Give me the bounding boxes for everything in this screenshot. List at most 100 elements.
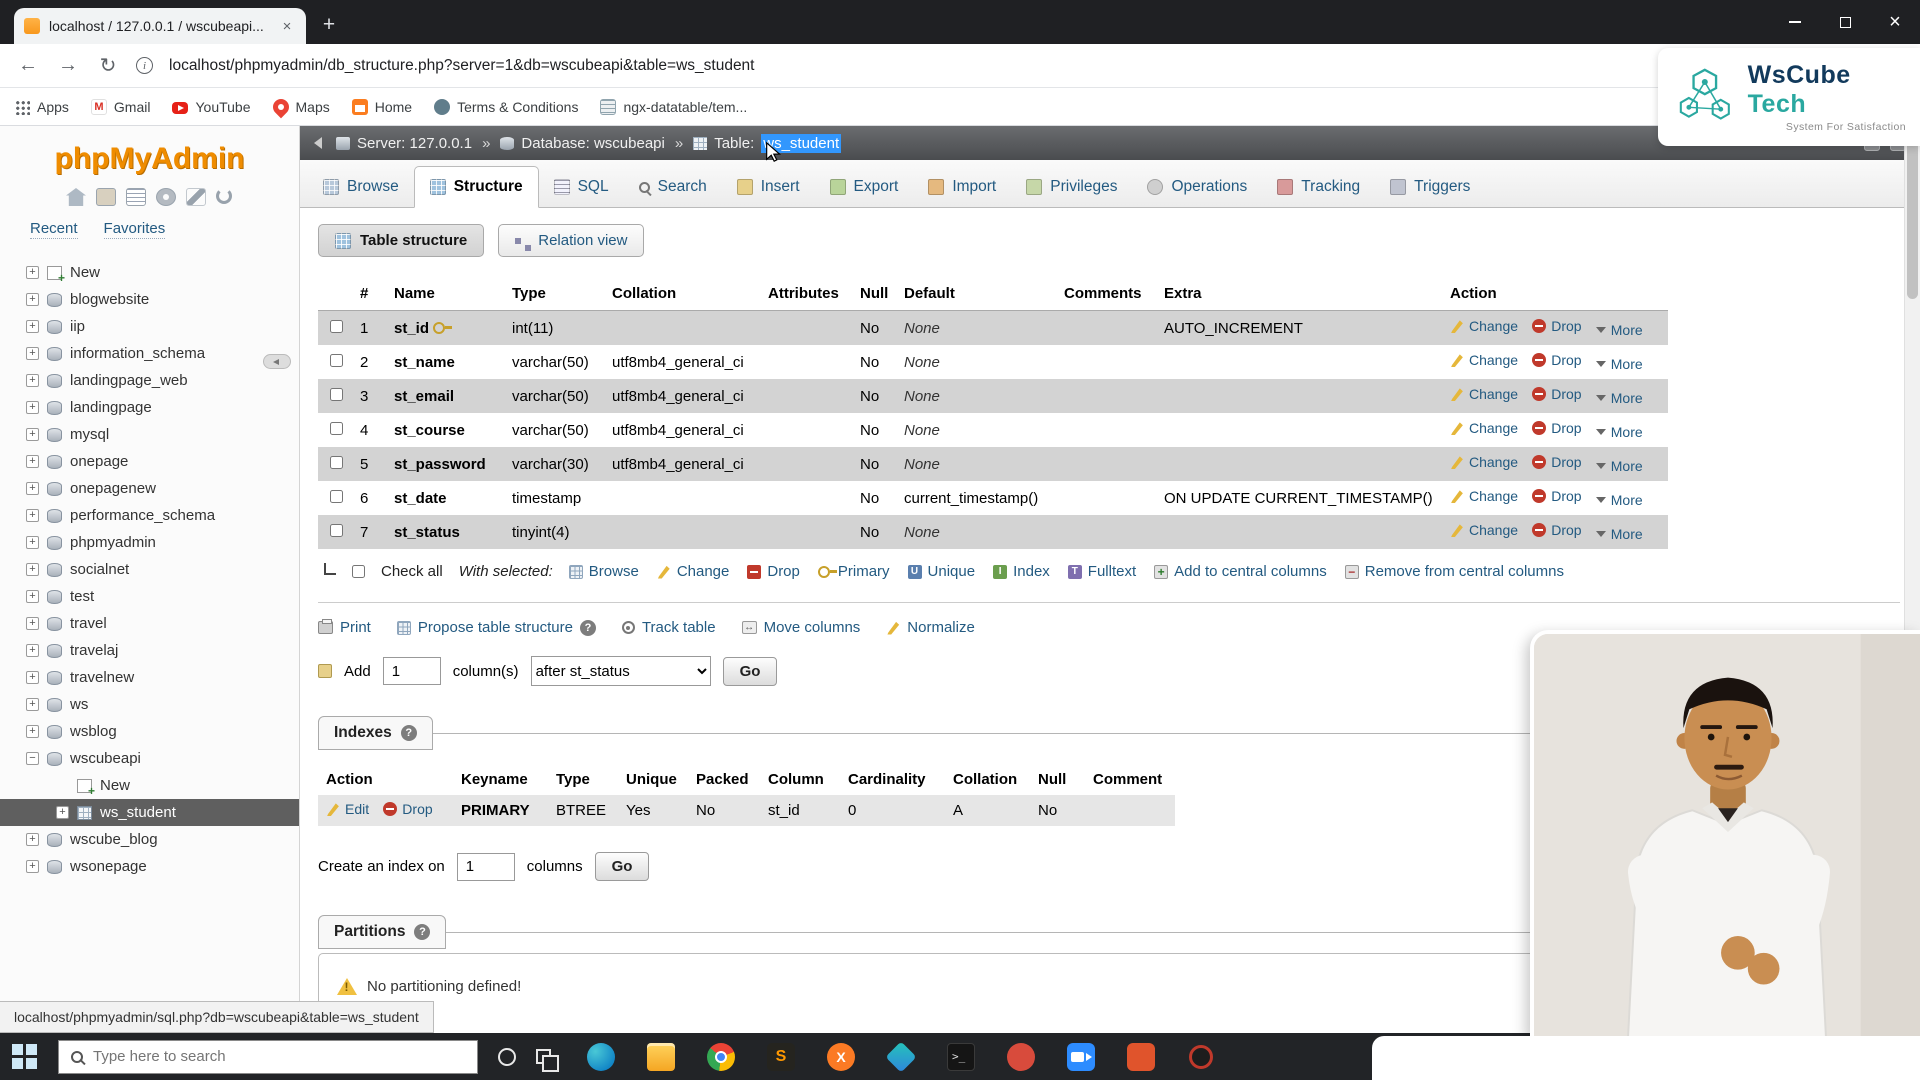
- expander-icon[interactable]: [26, 617, 39, 630]
- wrench-icon[interactable]: [186, 188, 206, 206]
- orange-app-icon[interactable]: [1127, 1043, 1155, 1071]
- sidebar-tree-item[interactable]: ws: [0, 691, 299, 718]
- more-link[interactable]: More: [1596, 492, 1643, 508]
- row-checkbox[interactable]: [330, 456, 343, 469]
- main-tab[interactable]: Tracking: [1262, 167, 1375, 207]
- bookmark-item[interactable]: Apps: [14, 99, 69, 115]
- maximize-button[interactable]: [1820, 0, 1870, 44]
- expander-icon[interactable]: [26, 509, 39, 522]
- change-link[interactable]: Change: [1450, 420, 1518, 436]
- table-tool-link[interactable]: Propose table structure: [397, 619, 596, 636]
- start-button[interactable]: [12, 1044, 38, 1070]
- expander-icon[interactable]: [26, 590, 39, 603]
- more-link[interactable]: More: [1596, 356, 1643, 372]
- sidebar-tree-item[interactable]: phpmyadmin: [0, 529, 299, 556]
- sidebar-tree-item[interactable]: ws_student: [0, 799, 299, 826]
- with-selected-action[interactable]: Add to central columns: [1154, 563, 1327, 580]
- bookmark-item[interactable]: Gmail: [91, 99, 151, 115]
- expander-icon[interactable]: [26, 563, 39, 576]
- more-link[interactable]: More: [1596, 322, 1643, 338]
- row-checkbox[interactable]: [330, 320, 343, 333]
- more-link[interactable]: More: [1596, 458, 1643, 474]
- expander-icon[interactable]: [26, 752, 39, 765]
- expander-icon[interactable]: [26, 455, 39, 468]
- main-tab[interactable]: Insert: [722, 167, 815, 207]
- sidebar-tree-item[interactable]: wscubeapi: [0, 745, 299, 772]
- with-selected-action[interactable]: Remove from central columns: [1345, 563, 1564, 580]
- main-tab[interactable]: Import: [913, 167, 1011, 207]
- main-tab[interactable]: Privileges: [1011, 167, 1132, 207]
- breadcrumb-server[interactable]: Server: 127.0.0.1: [336, 135, 472, 152]
- expander-icon[interactable]: [26, 374, 39, 387]
- row-checkbox[interactable]: [330, 354, 343, 367]
- bookmark-item[interactable]: YouTube: [172, 99, 250, 115]
- create-index-go-button[interactable]: Go: [595, 852, 650, 881]
- sidebar-tree-item[interactable]: wsblog: [0, 718, 299, 745]
- documentation-icon[interactable]: [126, 188, 146, 206]
- new-tab-button[interactable]: [314, 10, 344, 40]
- table-tool-link[interactable]: Print: [318, 619, 371, 636]
- video-call-app-icon[interactable]: [1067, 1043, 1095, 1071]
- with-selected-action[interactable]: Index: [993, 563, 1050, 580]
- chrome-icon[interactable]: [707, 1043, 735, 1071]
- browser-tab[interactable]: localhost / 127.0.0.1 / wscubeapi...: [14, 8, 306, 44]
- create-index-count-input[interactable]: [457, 853, 515, 881]
- bookmark-item[interactable]: Home: [352, 99, 412, 115]
- reload-icon[interactable]: [96, 53, 120, 78]
- sidebar-tree-item[interactable]: mysql: [0, 421, 299, 448]
- recent-dropdown[interactable]: Recent: [30, 220, 78, 239]
- expander-icon[interactable]: [26, 644, 39, 657]
- with-selected-action[interactable]: Drop: [747, 563, 800, 580]
- col-header[interactable]: Comments: [1058, 277, 1158, 311]
- expander-icon[interactable]: [26, 320, 39, 333]
- col-header[interactable]: #: [354, 277, 388, 311]
- col-header[interactable]: Type: [506, 277, 606, 311]
- expander-icon[interactable]: [26, 671, 39, 684]
- diamond-app-icon[interactable]: [885, 1041, 916, 1072]
- drop-index-link[interactable]: Drop: [383, 801, 432, 817]
- row-checkbox[interactable]: [330, 422, 343, 435]
- expander-icon[interactable]: [26, 860, 39, 873]
- xampp-icon[interactable]: [827, 1043, 855, 1071]
- bookmark-item[interactable]: Maps: [273, 99, 330, 115]
- row-checkbox[interactable]: [330, 524, 343, 537]
- col-header[interactable]: Null: [854, 277, 898, 311]
- expander-icon[interactable]: [26, 347, 39, 360]
- drop-link[interactable]: Drop: [1532, 488, 1581, 504]
- sidebar-tree-item[interactable]: onepage: [0, 448, 299, 475]
- collapse-panel-icon[interactable]: [314, 137, 322, 149]
- change-link[interactable]: Change: [1450, 352, 1518, 368]
- expander-icon[interactable]: [26, 266, 39, 279]
- drop-link[interactable]: Drop: [1532, 386, 1581, 402]
- sidebar-tree-item[interactable]: New: [0, 259, 299, 286]
- indexes-help-icon[interactable]: [401, 725, 417, 741]
- edge-icon[interactable]: [587, 1043, 615, 1071]
- add-position-select[interactable]: after st_status: [531, 656, 711, 686]
- tab-close-icon[interactable]: [278, 17, 296, 35]
- with-selected-action[interactable]: Primary: [818, 563, 890, 580]
- table-structure-button[interactable]: Table structure: [318, 224, 484, 257]
- sidebar-tree-item[interactable]: landingpage_web: [0, 367, 299, 394]
- url-text[interactable]: localhost/phpmyadmin/db_structure.php?se…: [169, 57, 755, 75]
- row-checkbox[interactable]: [330, 490, 343, 503]
- breadcrumb-database[interactable]: Database: wscubeapi: [500, 135, 664, 152]
- more-link[interactable]: More: [1596, 424, 1643, 440]
- row-checkbox[interactable]: [330, 388, 343, 401]
- sidebar-tree-item[interactable]: New: [0, 772, 299, 799]
- page-info-icon[interactable]: [136, 57, 153, 74]
- drop-link[interactable]: Drop: [1532, 318, 1581, 334]
- sidebar-tree-item[interactable]: test: [0, 583, 299, 610]
- col-header[interactable]: Default: [898, 277, 1058, 311]
- main-tab[interactable]: Export: [815, 167, 914, 207]
- sidebar-tree-item[interactable]: information_schema: [0, 340, 299, 367]
- check-all-label[interactable]: Check all: [381, 563, 443, 580]
- expander-icon[interactable]: [26, 536, 39, 549]
- change-link[interactable]: Change: [1450, 488, 1518, 504]
- phpmyadmin-logo[interactable]: phpMyAdmin: [0, 142, 299, 176]
- sidebar-tree-item[interactable]: wscube_blog: [0, 826, 299, 853]
- sidebar-tree-item[interactable]: landingpage: [0, 394, 299, 421]
- drop-link[interactable]: Drop: [1532, 454, 1581, 470]
- bookmark-item[interactable]: Terms & Conditions: [434, 99, 578, 115]
- sidebar-tree-item[interactable]: onepagenew: [0, 475, 299, 502]
- help-icon[interactable]: [580, 620, 596, 636]
